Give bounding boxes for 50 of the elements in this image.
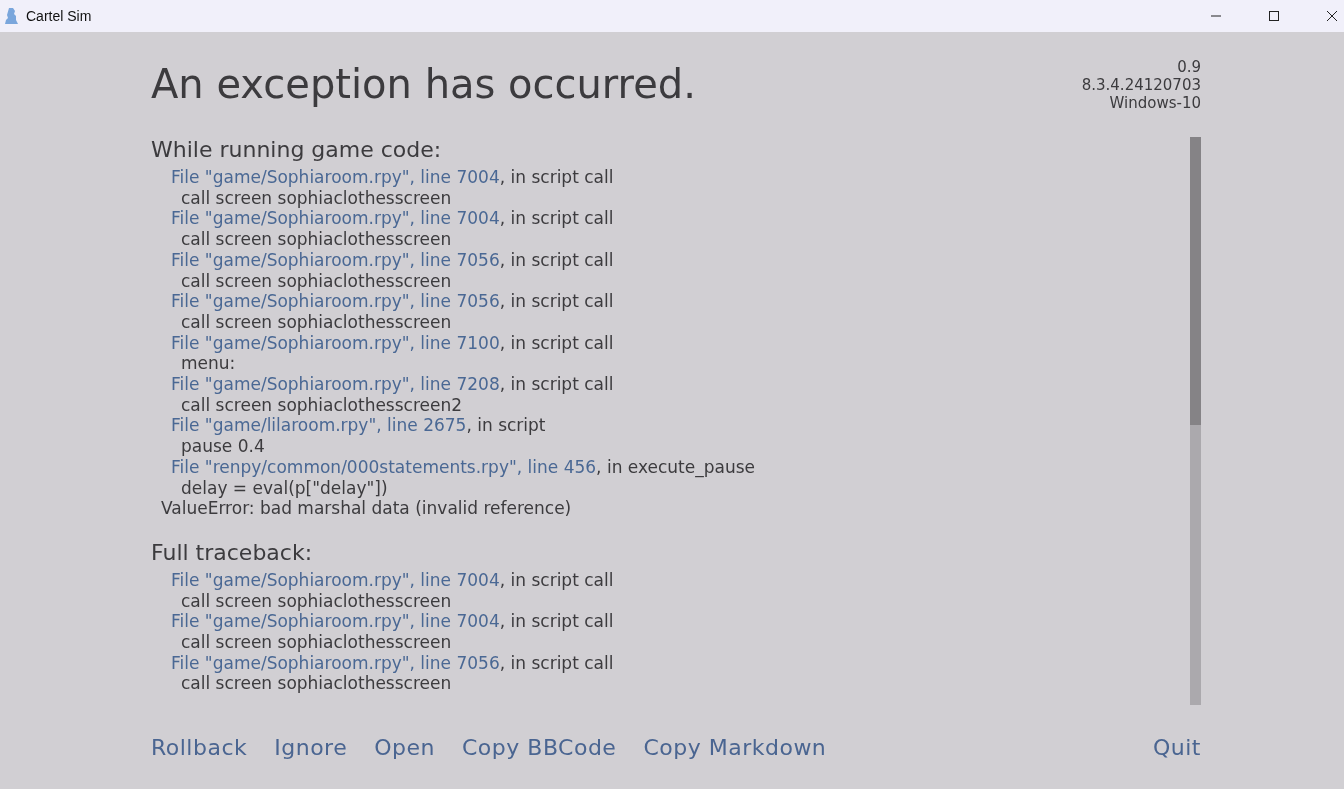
code-line: call screen sophiaclothesscreen2 xyxy=(180,394,463,416)
window-title: Cartel Sim xyxy=(26,8,92,24)
action-button[interactable]: Copy BBCode xyxy=(462,734,617,760)
action-button[interactable]: Ignore xyxy=(274,734,348,760)
traceback-text: , in script call xyxy=(499,208,614,229)
scrollbar-thumb[interactable] xyxy=(1190,137,1201,425)
code-line: call screen sophiaclothesscreen xyxy=(180,270,452,292)
section-heading: While running game code: xyxy=(151,137,443,163)
code-line: pause 0.4 xyxy=(180,436,265,457)
action-button[interactable]: Copy Markdown xyxy=(643,734,827,760)
traceback-text: , in script call xyxy=(499,249,614,270)
version-text: 8.3.4.24120703 xyxy=(1081,76,1201,94)
error-heading: An exception has occurred. xyxy=(151,60,696,109)
file-link[interactable]: File "game/Sophiaroom.rpy", line 7004 xyxy=(171,569,500,590)
file-link[interactable]: File "game/Sophiaroom.rpy", line 7100 xyxy=(171,332,500,353)
version-text: 0.9 xyxy=(1176,58,1201,76)
traceback-text: , in execute_pause xyxy=(596,456,756,477)
file-link[interactable]: File "game/Sophiaroom.rpy", line 7004 xyxy=(171,208,500,229)
traceback-text: , in script call xyxy=(499,652,614,673)
error-message: ValueError: bad marshal data (invalid reference) xyxy=(160,498,572,519)
action-button[interactable]: Rollback xyxy=(151,734,248,760)
traceback-text: , in script call xyxy=(499,291,614,312)
file-link[interactable]: File "game/lilaroom.rpy", line 2675 xyxy=(171,415,467,436)
code-line: call screen sophiaclothesscreen xyxy=(180,187,452,209)
traceback-text: , in script call xyxy=(499,611,614,632)
code-line: call screen sophiaclothesscreen xyxy=(180,673,452,695)
quit-button[interactable]: Quit xyxy=(1153,734,1201,760)
file-link[interactable]: File "game/Sophiaroom.rpy", line 7004 xyxy=(171,167,500,187)
traceback-text: , in script call xyxy=(499,374,614,395)
code-line: call screen sophiaclothesscreen xyxy=(180,311,452,333)
version-text: Windows-10 xyxy=(1108,94,1201,112)
code-line: delay = eval(p["delay"]) xyxy=(180,477,388,499)
traceback-text: , in script call xyxy=(499,332,614,353)
traceback-text: , in script call xyxy=(499,569,614,590)
code-line: call screen sophiaclothesscreen xyxy=(180,229,452,250)
code-line: menu: xyxy=(180,353,236,375)
file-link[interactable]: File "renpy/common/000statements.rpy", line 456 xyxy=(171,456,597,477)
code-line: call screen sophiaclothesscreen xyxy=(180,590,452,612)
file-link[interactable]: File "game/Sophiaroom.rpy", line 7056 xyxy=(171,652,500,673)
section-heading: Full traceback: xyxy=(151,539,314,566)
code-line: call screen sophiaclothesscreen xyxy=(180,632,452,653)
action-button[interactable]: Open xyxy=(374,734,435,760)
file-link[interactable]: File "game/Sophiaroom.rpy", line 7056 xyxy=(171,249,500,270)
traceback-text: , in script xyxy=(466,415,546,436)
file-link[interactable]: File "game/Sophiaroom.rpy", line 7004 xyxy=(171,611,500,632)
file-link[interactable]: File "game/Sophiaroom.rpy", line 7208 xyxy=(171,374,500,395)
figure-icon xyxy=(4,7,18,25)
file-link[interactable]: File "game/Sophiaroom.rpy", line 7056 xyxy=(171,291,500,312)
scrollbar[interactable] xyxy=(1190,137,1201,705)
traceback-text: , in script call xyxy=(499,167,614,187)
